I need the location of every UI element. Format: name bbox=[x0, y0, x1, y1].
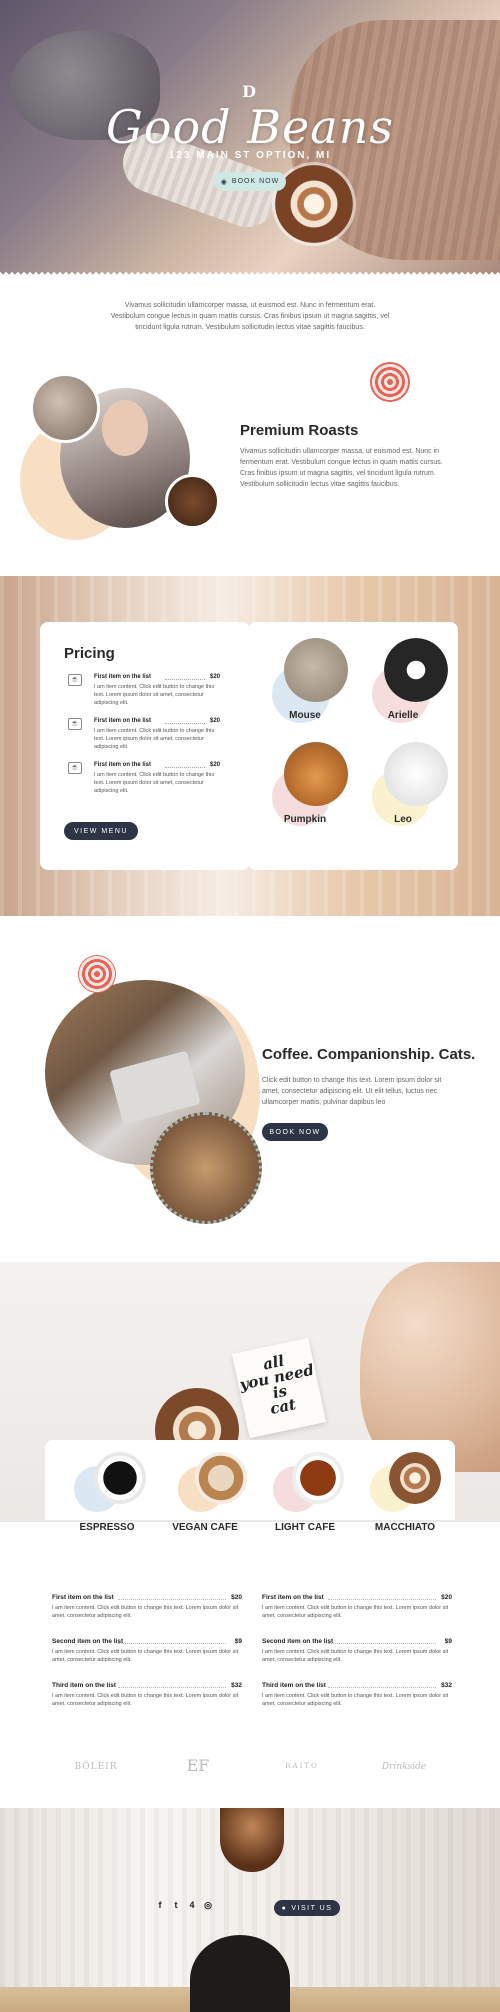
location-icon: ● bbox=[281, 1904, 288, 1912]
price-item: ☕ First item on the list $20 I am item c… bbox=[68, 674, 220, 714]
view-menu-button[interactable]: VIEW MENU bbox=[64, 822, 138, 840]
foursquare-icon[interactable]: 4 bbox=[186, 1899, 198, 1911]
facebook-icon[interactable]: f bbox=[154, 1899, 166, 1911]
menu-item-desc: I am item content. Click edit button to … bbox=[52, 1693, 239, 1707]
menu-item: Third item on the list $32 I am item con… bbox=[52, 1682, 242, 1718]
cat-photo-arielle[interactable] bbox=[384, 638, 448, 702]
barista-face bbox=[102, 400, 148, 456]
hero-latte-image bbox=[275, 165, 353, 243]
menu-item: Second item on the list $9 I am item con… bbox=[262, 1638, 452, 1674]
dotted-leader bbox=[165, 679, 205, 680]
light-cafe-image[interactable] bbox=[292, 1452, 344, 1504]
espresso-image[interactable] bbox=[94, 1452, 146, 1504]
menu-item-price: $9 bbox=[444, 1638, 452, 1645]
macchiato-image[interactable] bbox=[389, 1452, 441, 1504]
swirl-lollipop-icon bbox=[78, 955, 116, 993]
menu-item: Third item on the list $32 I am item con… bbox=[262, 1682, 452, 1718]
price-item-name: First item on the list bbox=[94, 718, 152, 724]
price-item-desc: I am item content. Click edit button to … bbox=[94, 728, 215, 750]
book-now-button[interactable]: ◉ BOOK NOW bbox=[214, 172, 286, 191]
dotted-leader bbox=[165, 767, 205, 768]
menu-item-desc: I am item content. Click edit button to … bbox=[52, 1605, 239, 1619]
price-item-price: $20 bbox=[209, 762, 220, 768]
vegan-cafe-image[interactable] bbox=[195, 1452, 247, 1504]
menu-item-name: First item on the list bbox=[52, 1594, 114, 1601]
partner-logo-ef: EF bbox=[186, 1756, 210, 1775]
price-item-name: First item on the list bbox=[94, 674, 152, 680]
price-item-price: $20 bbox=[209, 718, 220, 724]
hanging-lamp-image bbox=[220, 1808, 284, 1872]
cat-paw-image bbox=[30, 373, 100, 443]
cat-photo-mouse[interactable] bbox=[284, 638, 348, 702]
dotted-leader bbox=[328, 1687, 436, 1688]
hero-section: D Good Beans 123 MAIN ST OPTION, MI ◉ BO… bbox=[0, 0, 500, 275]
drink-name-light-cafe: LIGHT CAFE bbox=[275, 1522, 335, 1533]
menu-item: Second item on the list $9 I am item con… bbox=[52, 1638, 242, 1674]
cat-photo-leo[interactable] bbox=[384, 742, 448, 806]
price-item-name: First item on the list bbox=[94, 762, 152, 768]
companionship-text: Click edit button to change this text. L… bbox=[262, 1077, 442, 1106]
menu-item-icon: ☕ bbox=[68, 718, 82, 730]
cat-petting-image bbox=[150, 1112, 262, 1224]
calendar-icon: ◉ bbox=[220, 178, 228, 186]
menu-item-name: Third item on the list bbox=[52, 1682, 116, 1689]
drink-name-vegan-cafe: VEGAN CAFE bbox=[172, 1522, 238, 1533]
visit-us-button[interactable]: ● VISIT US bbox=[274, 1900, 340, 1916]
hero-divider bbox=[0, 270, 500, 275]
menu-item-name: Second item on the list bbox=[52, 1638, 124, 1645]
price-item-desc: I am item content. Click edit button to … bbox=[94, 772, 215, 794]
menu-item-price: $20 bbox=[441, 1594, 452, 1601]
price-item: ☕ First item on the list $20 I am item c… bbox=[68, 718, 220, 758]
menu-item-name: First item on the list bbox=[262, 1594, 324, 1601]
cat-name-leo: Leo bbox=[394, 814, 412, 825]
twitter-icon[interactable]: t bbox=[170, 1899, 182, 1911]
menu-item-price: $20 bbox=[231, 1594, 242, 1601]
menu-item-icon: ☕ bbox=[68, 674, 82, 686]
menu-item-price: $32 bbox=[231, 1682, 242, 1689]
book-now-label: BOOK NOW bbox=[231, 178, 280, 185]
logo-mark: D bbox=[242, 82, 256, 101]
visit-us-label: VISIT US bbox=[291, 1904, 333, 1912]
swirl-lollipop-icon bbox=[370, 362, 410, 402]
cat-photo-pumpkin[interactable] bbox=[284, 742, 348, 806]
partner-logo-boleir: BÖLEIR bbox=[74, 1762, 118, 1772]
dotted-leader bbox=[165, 723, 205, 724]
book-now-button[interactable]: BOOK NOW bbox=[262, 1123, 328, 1141]
menu-item: First item on the list $20 I am item con… bbox=[52, 1594, 242, 1630]
menu-item-name: Third item on the list bbox=[262, 1682, 326, 1689]
menu-item-desc: I am item content. Click edit button to … bbox=[52, 1649, 239, 1663]
instagram-icon[interactable]: ◎ bbox=[202, 1899, 214, 1911]
cat-name-pumpkin: Pumpkin bbox=[283, 814, 327, 825]
intro-text: Vivamus sollicitudin ullamcorper massa, … bbox=[110, 302, 390, 331]
companionship-title: Coffee. Companionship. Cats. bbox=[262, 1046, 476, 1063]
menu-item-name: Second item on the list bbox=[262, 1638, 334, 1645]
roasts-title: Premium Roasts bbox=[240, 422, 359, 439]
partner-logo-raito: RAITO bbox=[285, 1762, 319, 1770]
dotted-leader bbox=[118, 1599, 226, 1600]
menu-item-price: $32 bbox=[441, 1682, 452, 1689]
price-item: ☕ First item on the list $20 I am item c… bbox=[68, 762, 220, 802]
drink-name-espresso: ESPRESSO bbox=[79, 1522, 135, 1533]
menu-item-desc: I am item content. Click edit button to … bbox=[262, 1605, 449, 1619]
dotted-leader bbox=[118, 1687, 226, 1688]
pricing-title: Pricing bbox=[64, 645, 115, 662]
address-text: 123 MAIN ST OPTION, MI bbox=[168, 150, 332, 161]
menu-item-price: $9 bbox=[234, 1638, 242, 1645]
dotted-leader bbox=[328, 1643, 436, 1644]
cat-name-arielle: Arielle bbox=[387, 710, 419, 721]
roasts-text: Vivamus sollicitudin ullamcorper massa, … bbox=[240, 448, 443, 488]
dotted-leader bbox=[328, 1599, 436, 1600]
menu-item-desc: I am item content. Click edit button to … bbox=[262, 1693, 449, 1707]
menu-item-desc: I am item content. Click edit button to … bbox=[262, 1649, 449, 1663]
price-item-price: $20 bbox=[209, 674, 220, 680]
partner-logo-drinkside: Drinkside bbox=[381, 1762, 427, 1772]
menu-item-icon: ☕ bbox=[68, 762, 82, 774]
dotted-leader bbox=[118, 1643, 226, 1644]
cat-name-mouse: Mouse bbox=[289, 710, 321, 721]
drink-name-macchiato: MACCHIATO bbox=[374, 1522, 436, 1533]
price-item-desc: I am item content. Click edit button to … bbox=[94, 684, 215, 706]
site-title: Good Beans bbox=[106, 100, 394, 154]
coffee-beans-image bbox=[165, 474, 220, 529]
menu-item: First item on the list $20 I am item con… bbox=[262, 1594, 452, 1630]
